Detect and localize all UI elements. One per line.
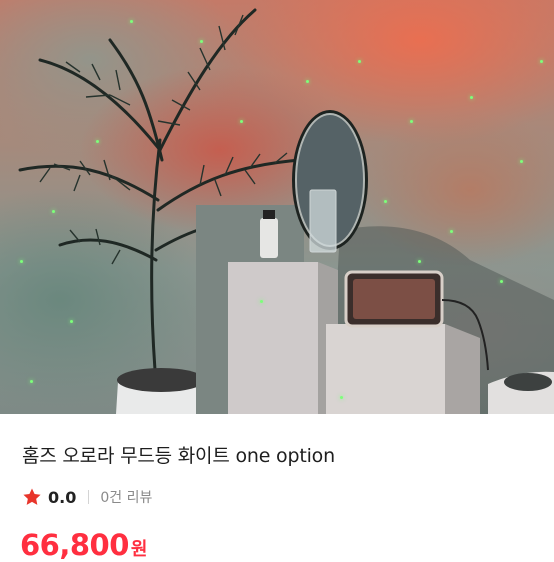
price-currency: 원 (130, 539, 148, 560)
product-image[interactable] (0, 0, 554, 414)
divider (88, 490, 90, 504)
product-scene (18, 8, 554, 414)
rating-value: 0.0 (48, 487, 77, 507)
star-icon (23, 488, 41, 505)
price-amount: 66,800 (20, 528, 129, 562)
product-title[interactable]: 홈즈 오로라 무드등 화이트 one option (22, 441, 335, 468)
review-count-link[interactable]: 0건 리뷰 (100, 487, 152, 507)
price: 66,800 원 (20, 528, 147, 562)
rating-row: 0.0 0건 리뷰 (22, 486, 152, 508)
